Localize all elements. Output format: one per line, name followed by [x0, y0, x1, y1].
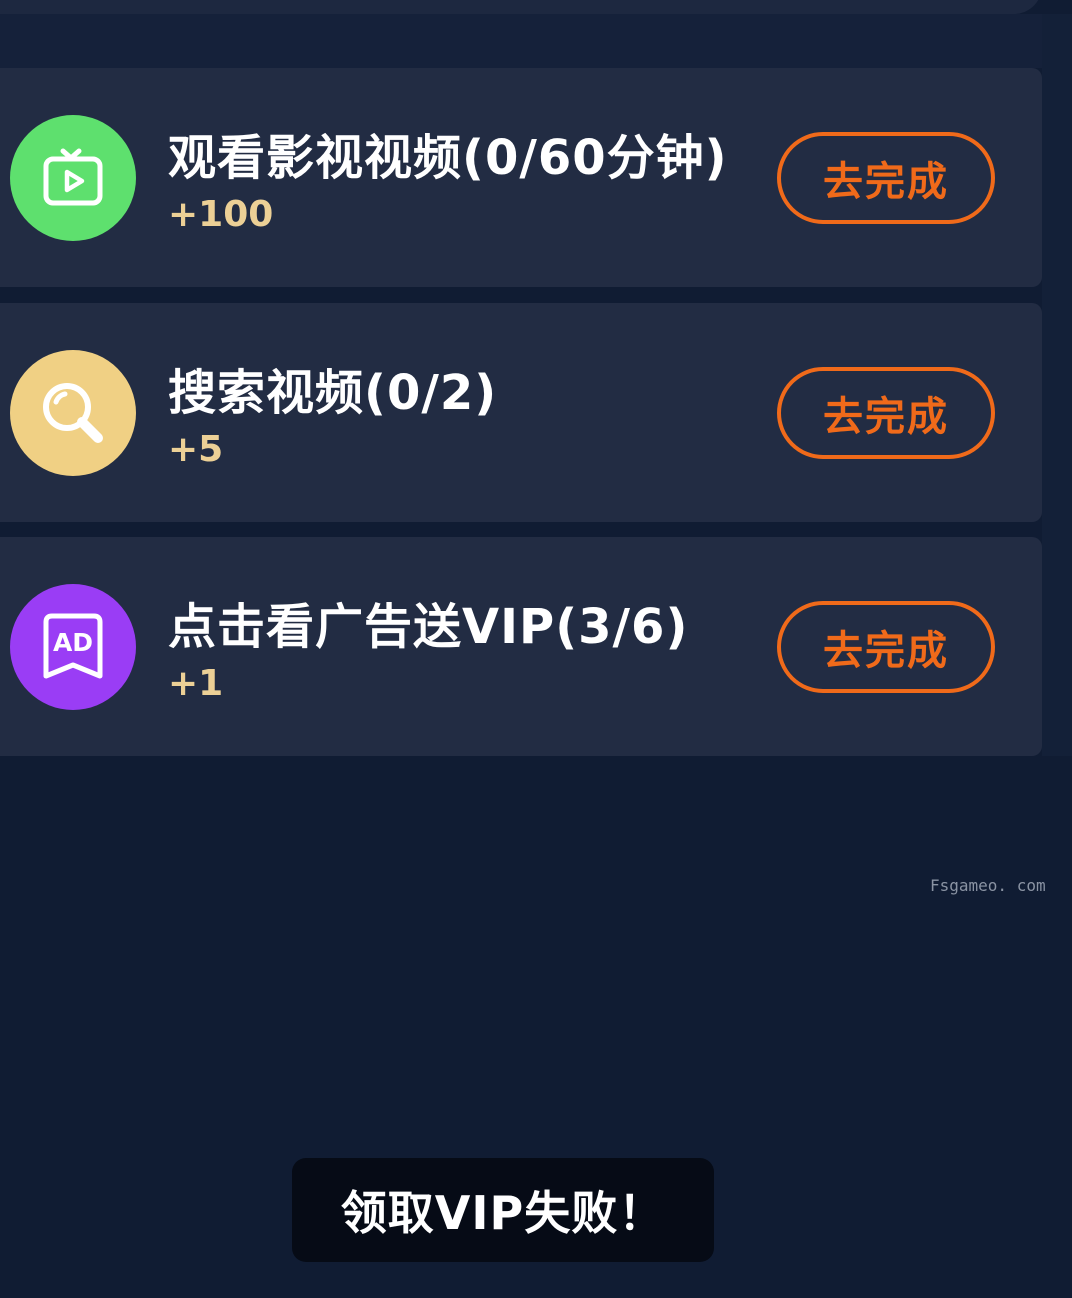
task-reward: +1	[168, 663, 224, 704]
search-icon	[10, 350, 136, 476]
go-complete-button[interactable]: 去完成	[777, 601, 995, 693]
watermark: Fsgameo. com	[930, 876, 1046, 895]
task-card-search-video: 搜索视频(0/2) +5 去完成	[0, 303, 1042, 522]
task-title: 点击看广告送VIP(3/6)	[168, 599, 689, 655]
toast-message: 领取VIP失败！	[292, 1158, 714, 1262]
previous-task-card	[0, 0, 1042, 14]
task-reward: +5	[168, 429, 224, 470]
go-complete-button[interactable]: 去完成	[777, 367, 995, 459]
ad-icon: AD	[10, 584, 136, 710]
task-card-watch-video: 观看影视视频(0/60分钟) +100 去完成	[0, 68, 1042, 287]
task-reward: +100	[168, 194, 274, 235]
right-edge-strip	[1042, 14, 1072, 756]
task-title: 搜索视频(0/2)	[168, 365, 498, 421]
tv-play-icon	[10, 115, 136, 241]
toast-text: 领取VIP失败！	[340, 1186, 666, 1240]
task-title: 观看影视视频(0/60分钟)	[168, 130, 728, 186]
ad-icon-label: AD	[53, 628, 93, 657]
section-gap	[0, 14, 1072, 68]
go-complete-button[interactable]: 去完成	[777, 132, 995, 224]
task-card-watch-ad: AD 点击看广告送VIP(3/6) +1 去完成	[0, 537, 1042, 756]
